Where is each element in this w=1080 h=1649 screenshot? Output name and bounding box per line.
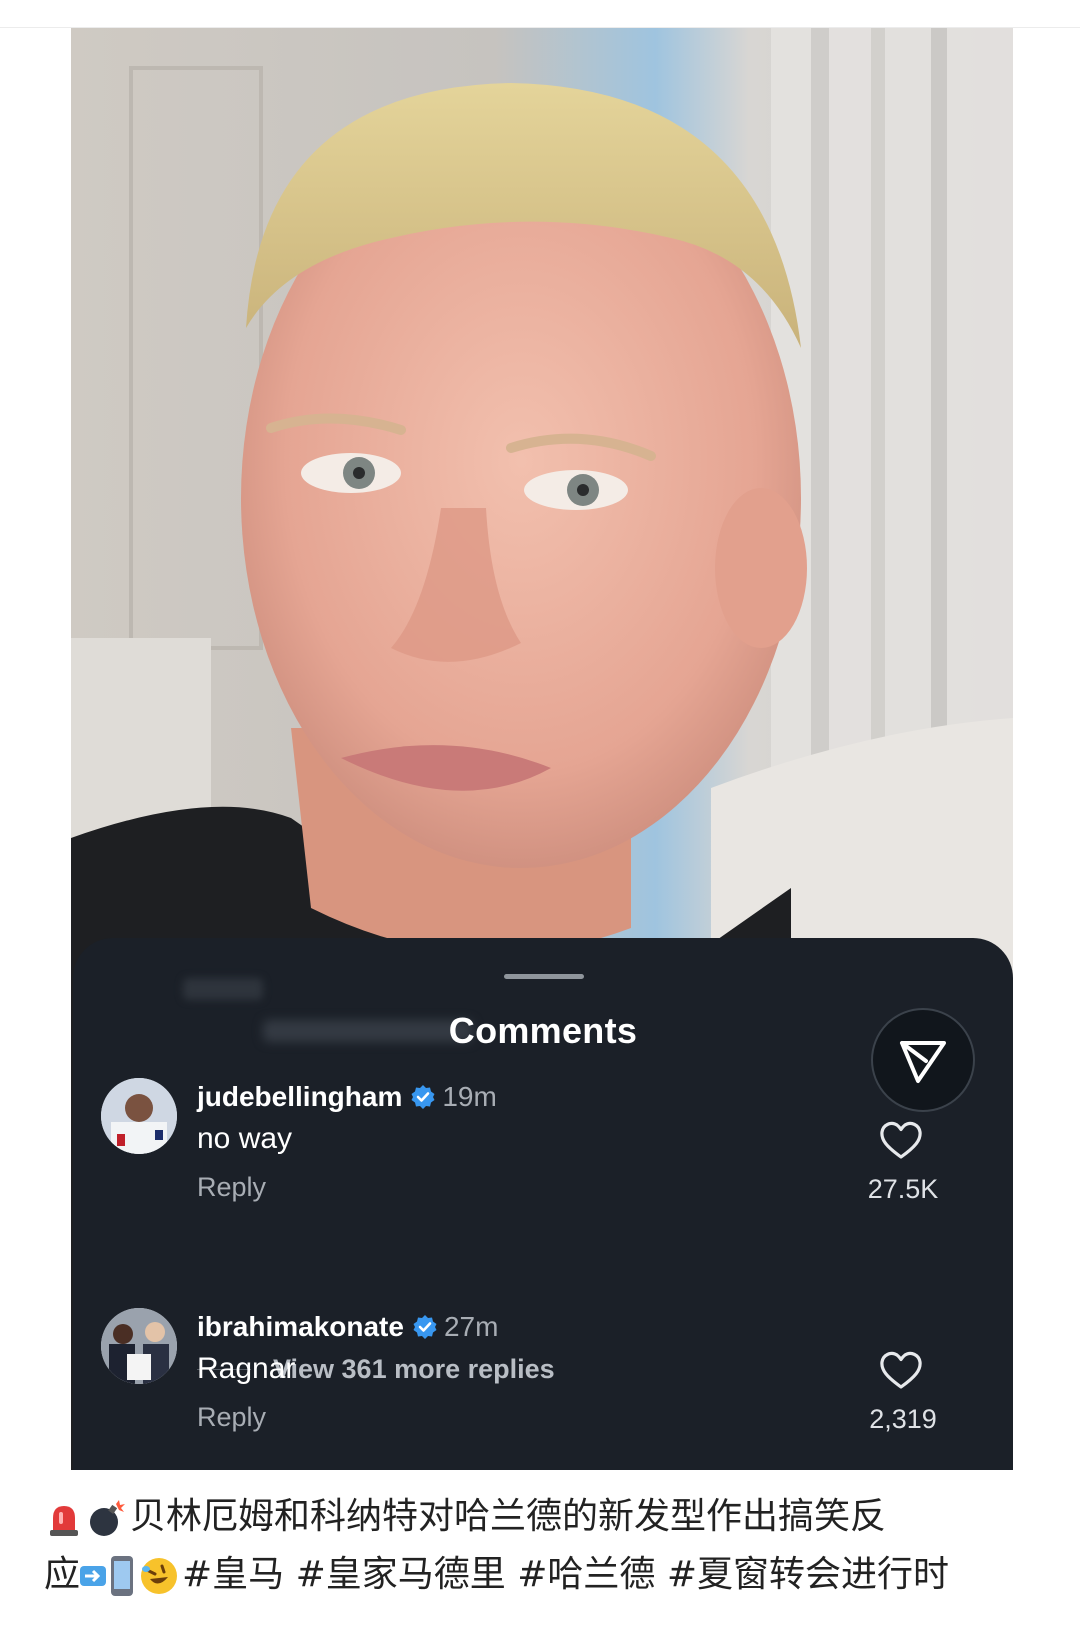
screenshot-image: Comments judebellingham 19m no way Reply… (71, 28, 1013, 1470)
like-count: 27.5K (867, 1174, 939, 1204)
comments-sheet: Comments judebellingham 19m no way Reply… (73, 938, 1013, 1470)
post-caption: 贝林厄姆和科纳特对哈兰德的新发型作出搞笑反 应 #皇马 #皇家马德里 #哈兰德 … (44, 1488, 1044, 1604)
hashtag-link[interactable]: #哈兰德 (517, 1554, 655, 1595)
arrow-right-icon (80, 1566, 107, 1586)
like-count: 2,319 (869, 1404, 937, 1434)
hashtag-link[interactable]: #皇马 (182, 1554, 284, 1595)
comment-header: judebellingham 19m (197, 1080, 497, 1114)
post-page: Comments judebellingham 19m no way Reply… (0, 0, 1080, 1649)
caption-line-1: 贝林厄姆和科纳特对哈兰德的新发型作出搞笑反 (44, 1488, 1044, 1546)
heart-icon[interactable] (879, 1120, 923, 1160)
comment-time: 19m (442, 1081, 497, 1112)
reply-button[interactable]: Reply (197, 1402, 266, 1433)
rolling-laugh-icon (141, 1558, 178, 1594)
avatar[interactable] (101, 1078, 177, 1154)
reply-button[interactable]: Reply (197, 1172, 266, 1203)
comment-header: ibrahimakonate 27m (197, 1310, 498, 1344)
comment-text: Ragnar (197, 1352, 296, 1385)
heart-icon[interactable] (879, 1350, 923, 1390)
caption-text-line-1: 贝林厄姆和科纳特对哈兰德的新发型作出搞笑反 (130, 1496, 887, 1537)
comment-item: ibrahimakonate 27m Ragnar Reply 2,319 (73, 1296, 1013, 1446)
blurred-background-text (183, 978, 263, 1000)
hashtag-link[interactable]: #夏窗转会进行时 (667, 1554, 949, 1595)
comment-username[interactable]: judebellingham (197, 1080, 402, 1114)
hashtag-link[interactable]: #皇家马德里 (296, 1554, 506, 1595)
comment-text: no way (197, 1122, 293, 1155)
avatar-image (101, 1308, 177, 1384)
sheet-drag-handle[interactable] (504, 974, 584, 979)
verified-badge-icon (413, 1315, 437, 1339)
comment-time: 27m (443, 1311, 499, 1342)
comment-username[interactable]: ibrahimakonate (197, 1310, 404, 1344)
comment-item: judebellingham 19m no way Reply 27.5K Vi… (73, 1066, 1013, 1384)
caption-text-line-2: 应 (44, 1554, 81, 1595)
bomb-icon (90, 1500, 125, 1536)
phone-icon (111, 1556, 134, 1596)
siren-icon (50, 1506, 78, 1536)
avatar[interactable] (101, 1308, 177, 1384)
avatar-image (101, 1078, 177, 1154)
verified-badge-icon (411, 1085, 435, 1109)
caption-line-2: 应 #皇马 #皇家马德里 #哈兰德 #夏窗转会进行时 (44, 1546, 1044, 1604)
